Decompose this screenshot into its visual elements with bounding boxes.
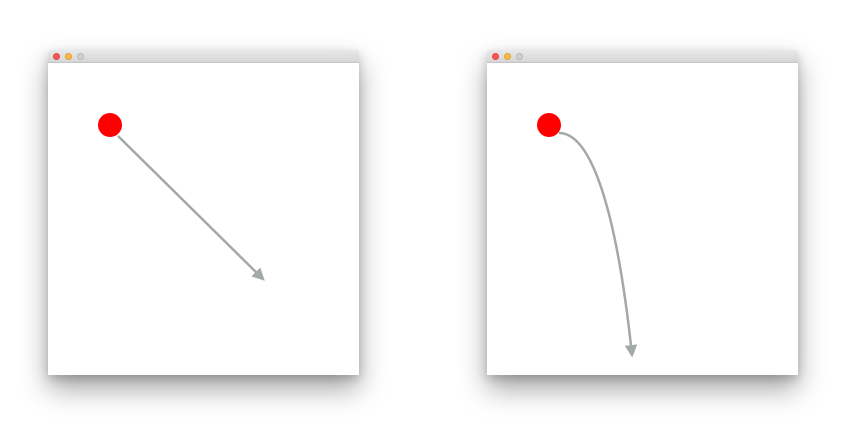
zoom-button[interactable] <box>77 53 84 60</box>
window-titlebar[interactable] <box>487 50 798 63</box>
red-dot[interactable] <box>98 113 122 137</box>
close-button[interactable] <box>492 53 499 60</box>
zoom-button[interactable] <box>516 53 523 60</box>
window-titlebar[interactable] <box>48 50 359 63</box>
canvas <box>48 63 359 375</box>
minimize-button[interactable] <box>65 53 72 60</box>
close-button[interactable] <box>53 53 60 60</box>
diagram-svg <box>98 113 265 281</box>
stage <box>0 0 857 443</box>
curved-arrow <box>558 131 638 358</box>
straight-arrow-window <box>48 50 359 375</box>
diagram-svg <box>537 113 638 358</box>
straight-arrow <box>117 135 265 281</box>
curved-arrow-window <box>487 50 798 375</box>
canvas <box>487 63 798 375</box>
red-dot[interactable] <box>537 113 561 137</box>
minimize-button[interactable] <box>504 53 511 60</box>
